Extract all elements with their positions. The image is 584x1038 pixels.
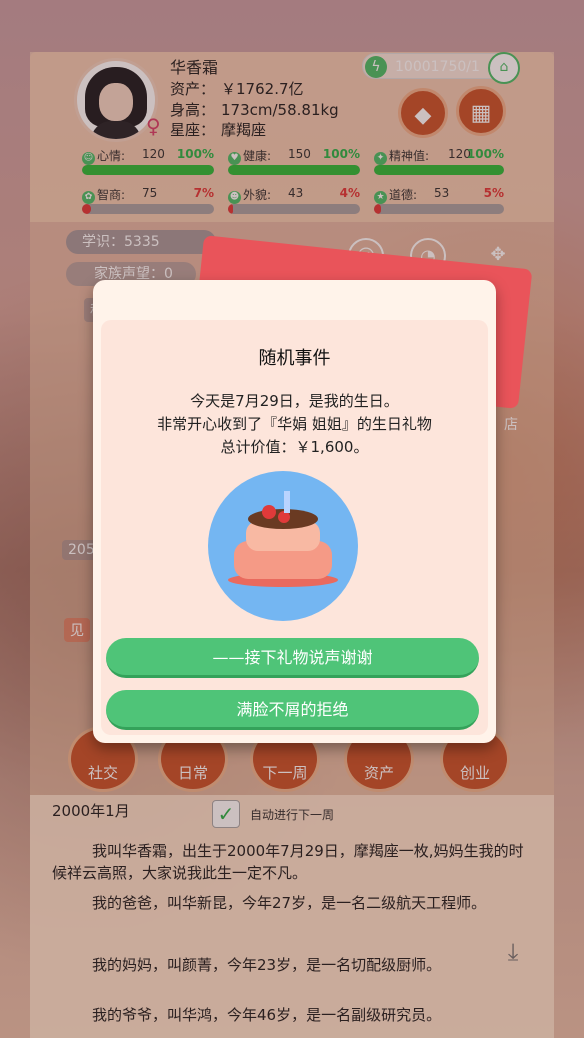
event-line-1: 今天是7月29日，是我的生日。 xyxy=(190,392,399,410)
event-line-2: 非常开心收到了『华娟 姐姐』的生日礼物 xyxy=(157,415,432,433)
refuse-gift-button[interactable]: 满脸不屑的拒绝 xyxy=(106,690,479,730)
accept-gift-button[interactable]: ——接下礼物说声谢谢 xyxy=(106,638,479,678)
dialog-title: 随机事件 xyxy=(258,348,331,369)
event-line-3: 总计价值：￥1,600。 xyxy=(220,438,369,456)
birthday-cake-image xyxy=(208,471,358,621)
